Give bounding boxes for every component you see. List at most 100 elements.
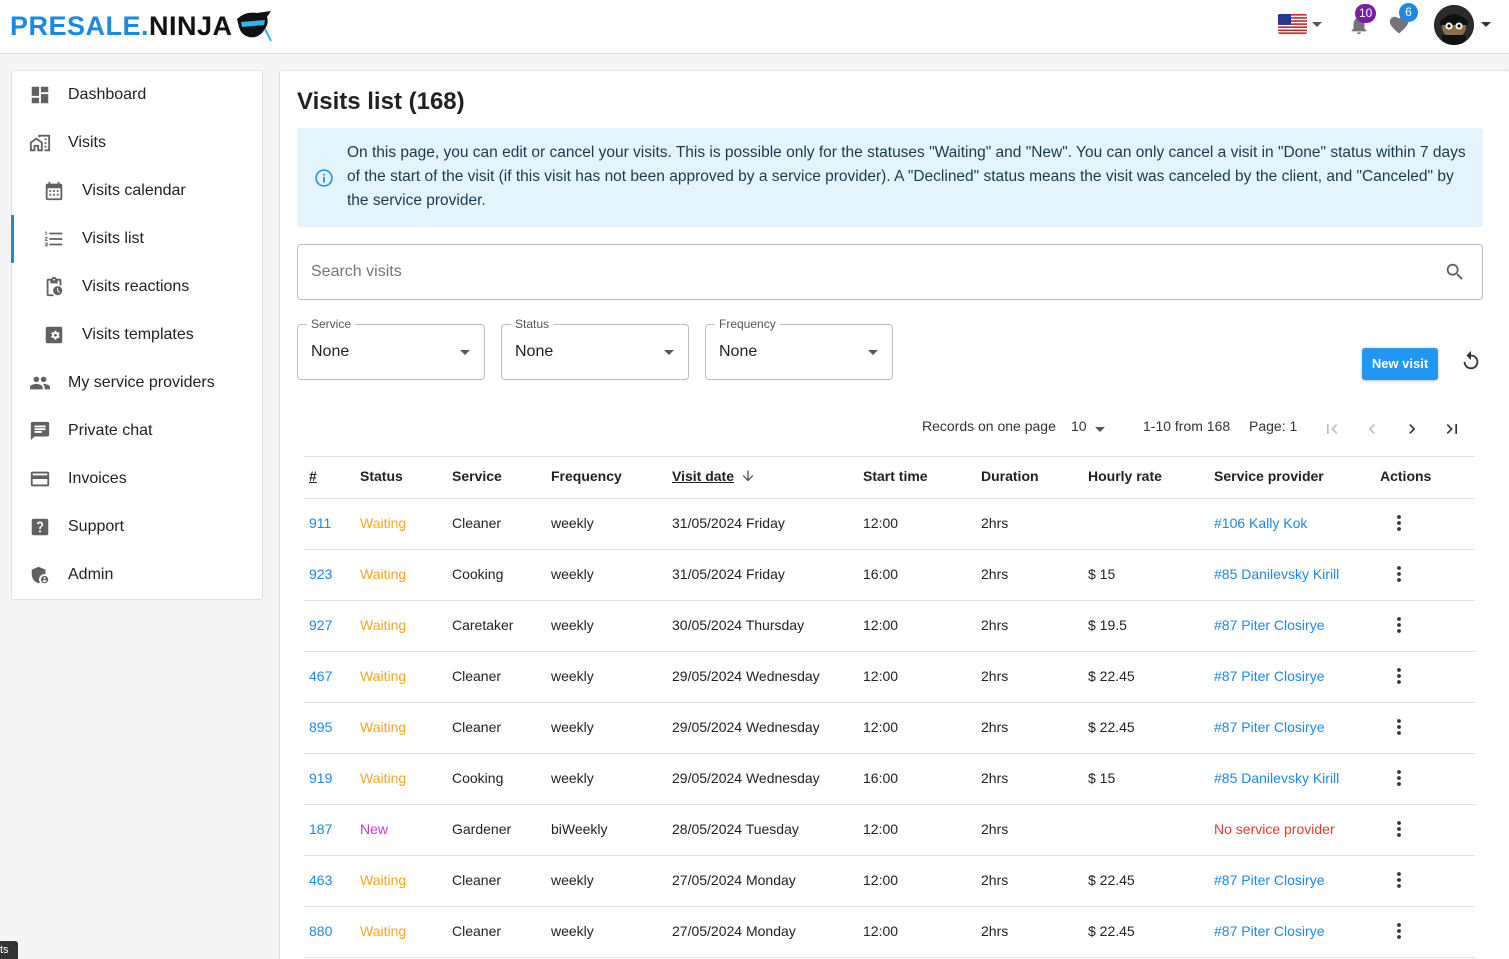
refresh-icon[interactable] [1460, 350, 1482, 372]
sidebar-item-visits[interactable]: Visits [12, 119, 262, 167]
more-actions-icon[interactable] [1392, 921, 1406, 941]
service-provider-link[interactable]: #87 Piter Closirye [1214, 923, 1325, 939]
more-actions-icon[interactable] [1392, 564, 1406, 584]
ninja-mask-icon [236, 11, 272, 42]
visit-id-link[interactable]: 187 [309, 821, 332, 837]
search-input[interactable] [311, 261, 1411, 283]
frequency-cell: weekly [551, 923, 594, 939]
user-menu-caret-icon[interactable] [1481, 22, 1491, 27]
sidebar-item-visits-list[interactable]: Visits list [11, 215, 262, 263]
sidebar-item-label: Visits list [82, 230, 144, 247]
table-row: 187 New Gardener biWeekly 28/05/2024 Tuesday… [304, 805, 1475, 856]
next-page-icon[interactable] [1402, 418, 1422, 440]
visit-date-cell: 28/05/2024 Tuesday [672, 821, 799, 837]
frequency-filter-select[interactable]: Frequency None [705, 317, 893, 380]
logo[interactable]: PRESALE. NINJA [10, 6, 273, 46]
tooltip-stub: ts [0, 941, 18, 959]
status-cell: Waiting [360, 872, 407, 888]
us-flag-icon[interactable] [1278, 14, 1307, 34]
more-actions-icon[interactable] [1392, 768, 1406, 788]
visit-id-link[interactable]: 463 [309, 872, 332, 888]
frequency-cell: weekly [551, 872, 594, 888]
service-provider-link[interactable]: #87 Piter Closirye [1214, 719, 1325, 735]
records-per-page-select[interactable]: 10 [1071, 418, 1087, 440]
start-time-cell: 12:00 [863, 617, 899, 633]
sidebar-item-private-chat[interactable]: Private chat [12, 407, 262, 455]
service-provider-link[interactable]: #85 Danilevsky Kirill [1214, 566, 1339, 582]
frequency-cell: biWeekly [551, 821, 608, 837]
dropdown-caret-icon [460, 350, 470, 355]
more-actions-icon[interactable] [1392, 615, 1406, 635]
sidebar-item-label: Dashboard [68, 86, 147, 103]
column-header-actions: Actions [1380, 468, 1432, 484]
sidebar-item-support[interactable]: Support [12, 503, 262, 551]
visit-id-link[interactable]: 911 [309, 515, 331, 531]
clipboard-clock-icon [46, 276, 63, 297]
service-provider-link[interactable]: #106 Kally Kok [1214, 515, 1307, 531]
service-filter-select[interactable]: Service None [297, 317, 485, 380]
visit-id-link[interactable]: 467 [309, 668, 332, 684]
sidebar-item-label: Visits reactions [82, 278, 190, 295]
status-cell: New [360, 821, 389, 837]
first-page-icon[interactable] [1322, 418, 1342, 440]
last-page-icon[interactable] [1442, 418, 1462, 440]
prev-page-icon[interactable] [1362, 418, 1382, 440]
status-filter-value: None [515, 343, 554, 360]
column-header-id[interactable]: # [309, 468, 317, 484]
visit-id-link[interactable]: 923 [309, 566, 332, 582]
start-time-cell: 12:00 [863, 923, 899, 939]
sidebar-item-invoices[interactable]: Invoices [12, 455, 262, 503]
sidebar-item-visits-reactions[interactable]: Visits reactions [12, 263, 262, 311]
column-header-start-time: Start time [863, 468, 928, 484]
new-visit-button[interactable]: New visit [1362, 348, 1438, 380]
status-cell: Waiting [360, 770, 407, 786]
duration-cell: 2hrs [981, 821, 1009, 837]
gear-box-icon [45, 326, 63, 344]
sidebar-item-admin[interactable]: Admin [12, 551, 262, 599]
hourly-rate-cell: $ 19.5 [1088, 617, 1127, 633]
visit-id-link[interactable]: 927 [309, 617, 332, 633]
more-actions-icon[interactable] [1392, 819, 1406, 839]
visit-id-link[interactable]: 919 [309, 770, 332, 786]
dropdown-caret-icon [664, 350, 674, 355]
table-row: 911 Waiting Cleaner weekly 31/05/2024 Friday… [304, 499, 1475, 550]
duration-cell: 2hrs [981, 515, 1009, 531]
avatar[interactable] [1434, 5, 1474, 45]
service-provider-link[interactable]: #87 Piter Closirye [1214, 668, 1325, 684]
sidebar-item-dashboard[interactable]: Dashboard [12, 71, 262, 119]
sort-descending-icon[interactable] [740, 468, 756, 484]
sidebar-item-my-service-providers[interactable]: My service providers [12, 359, 262, 407]
sidebar-item-visits-templates[interactable]: Visits templates [12, 311, 262, 359]
service-provider-link[interactable]: #85 Danilevsky Kirill [1214, 770, 1339, 786]
service-cell: Cleaner [452, 923, 502, 939]
service-filter-value: None [311, 343, 350, 360]
visit-id-link[interactable]: 895 [309, 719, 332, 735]
more-actions-icon[interactable] [1392, 717, 1406, 737]
table-row: 923 Waiting Cooking weekly 31/05/2024 Friday… [304, 550, 1475, 601]
search-icon[interactable] [1444, 261, 1466, 283]
more-actions-icon[interactable] [1392, 513, 1406, 533]
service-provider-link[interactable]: #87 Piter Closirye [1214, 872, 1325, 888]
records-caret-icon[interactable] [1095, 427, 1105, 432]
more-actions-icon[interactable] [1392, 870, 1406, 890]
frequency-cell: weekly [551, 668, 594, 684]
visit-date-cell: 29/05/2024 Wednesday [672, 719, 820, 735]
more-actions-icon[interactable] [1392, 666, 1406, 686]
status-filter-select[interactable]: Status None [501, 317, 689, 380]
frequency-cell: weekly [551, 719, 594, 735]
visit-date-cell: 31/05/2024 Friday [672, 515, 785, 531]
column-header-visit-date[interactable]: Visit date [672, 468, 734, 484]
language-dropdown-caret-icon[interactable] [1312, 22, 1322, 27]
visit-id-link[interactable]: 880 [309, 923, 332, 939]
duration-cell: 2hrs [981, 719, 1009, 735]
sidebar-item-visits-calendar[interactable]: Visits calendar [12, 167, 262, 215]
table-row: 927 Waiting Caretaker weekly 30/05/2024 Thur… [304, 601, 1475, 652]
home-work-icon [29, 134, 51, 152]
list-icon [44, 231, 63, 247]
start-time-cell: 12:00 [863, 821, 899, 837]
status-cell: Waiting [360, 515, 407, 531]
table-row: 919 Waiting Cooking weekly 29/05/2024 Wednes… [304, 754, 1475, 805]
visit-date-cell: 31/05/2024 Friday [672, 566, 785, 582]
service-provider-link[interactable]: #87 Piter Closirye [1214, 617, 1325, 633]
frequency-cell: weekly [551, 515, 594, 531]
